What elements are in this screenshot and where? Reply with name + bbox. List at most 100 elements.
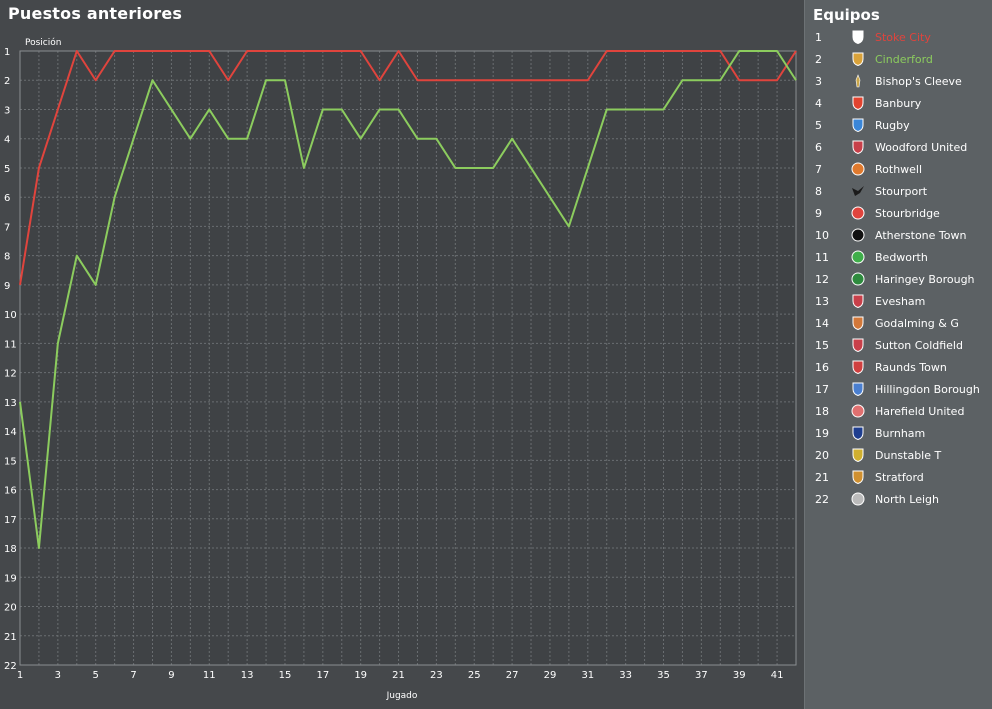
y-tick-label: 20 [4, 603, 17, 614]
y-tick-label: 9 [4, 281, 10, 292]
team-position: 2 [815, 52, 822, 66]
team-position: 11 [815, 250, 829, 264]
x-tick-label: 25 [468, 670, 481, 681]
x-tick-label: 21 [392, 670, 405, 681]
y-tick-label: 15 [4, 456, 17, 467]
team-name: Dunstable T [875, 448, 942, 462]
shield-crest-icon [851, 316, 865, 330]
team-row[interactable]: 4 Banbury [805, 92, 991, 114]
team-row[interactable]: 5 Rugby [805, 114, 991, 136]
team-row[interactable]: 12 Haringey Borough [805, 268, 991, 290]
round-crest-icon [851, 206, 865, 220]
team-row[interactable]: 1 Stoke City [805, 26, 991, 48]
y-tick-label: 16 [4, 486, 17, 497]
shield-crest-icon [851, 294, 865, 308]
y-tick-label: 13 [4, 398, 17, 409]
y-tick-label: 8 [4, 252, 10, 263]
positions-line-chart: 12345678910111213141516171819202122 1357… [4, 37, 797, 701]
round-crest-icon [851, 404, 865, 418]
team-position: 21 [815, 470, 829, 484]
team-name: Rugby [875, 118, 910, 132]
y-tick-label: 11 [4, 339, 17, 350]
team-name: Stourport [875, 184, 928, 198]
team-row[interactable]: 6 Woodford United [805, 136, 991, 158]
x-tick-label: 37 [695, 670, 708, 681]
y-tick-label: 17 [4, 515, 17, 526]
team-name: Harefield United [875, 404, 965, 418]
team-name: Rothwell [875, 162, 923, 176]
team-name: Haringey Borough [875, 272, 975, 286]
team-row[interactable]: 18 Harefield United [805, 400, 991, 422]
team-row[interactable]: 2 Cinderford [805, 48, 991, 70]
team-row[interactable]: 14 Godalming & G [805, 312, 991, 334]
shield-crest-icon [851, 52, 865, 66]
team-row[interactable]: 16 Raunds Town [805, 356, 991, 378]
team-name: Stourbridge [875, 206, 940, 220]
team-name: Atherstone Town [875, 228, 967, 242]
x-tick-label: 9 [168, 670, 174, 681]
team-name: North Leigh [875, 492, 939, 506]
shield-crest-icon [851, 96, 865, 110]
y-tick-label: 4 [4, 135, 10, 146]
plot-area [20, 51, 796, 665]
team-row[interactable]: 17 Hillingdon Borough [805, 378, 991, 400]
team-name: Bishop's Cleeve [875, 74, 962, 88]
round-crest-icon [851, 228, 865, 242]
team-name: Cinderford [875, 52, 933, 66]
round-crest-icon [851, 162, 865, 176]
x-tick-label: 31 [581, 670, 594, 681]
team-row[interactable]: 8 Stourport [805, 180, 991, 202]
y-tick-label: 19 [4, 573, 17, 584]
team-row[interactable]: 10 Atherstone Town [805, 224, 991, 246]
team-name: Sutton Coldfield [875, 338, 963, 352]
team-row[interactable]: 11 Bedworth [805, 246, 991, 268]
team-name: Woodford United [875, 140, 968, 154]
team-name: Godalming & G [875, 316, 959, 330]
team-position: 1 [815, 30, 822, 44]
y-tick-label: 14 [4, 427, 17, 438]
teams-panel: Equipos 1 Stoke City 2 Cinderford 3 Bishop's … [804, 0, 992, 709]
team-row[interactable]: 22 North Leigh [805, 488, 991, 510]
shield-crest-icon [851, 30, 865, 44]
shield-crest-icon [851, 448, 865, 462]
team-row[interactable]: 21 Stratford [805, 466, 991, 488]
team-row[interactable]: 9 Stourbridge [805, 202, 991, 224]
team-row[interactable]: 7 Rothwell [805, 158, 991, 180]
team-position: 16 [815, 360, 829, 374]
team-position: 19 [815, 426, 829, 440]
team-position: 18 [815, 404, 829, 418]
y-tick-label: 2 [4, 76, 10, 87]
team-row[interactable]: 13 Evesham [805, 290, 991, 312]
team-position: 7 [815, 162, 822, 176]
team-position: 15 [815, 338, 829, 352]
team-position: 13 [815, 294, 829, 308]
team-row[interactable]: 15 Sutton Coldfield [805, 334, 991, 356]
x-tick-label: 17 [316, 670, 329, 681]
x-tick-label: 27 [506, 670, 519, 681]
round-crest-icon [851, 492, 865, 506]
x-tick-label: 7 [130, 670, 136, 681]
shield-crest-icon [851, 360, 865, 374]
x-tick-label: 1 [17, 670, 23, 681]
team-row[interactable]: 3 Bishop's Cleeve [805, 70, 991, 92]
x-tick-label: 5 [93, 670, 99, 681]
team-row[interactable]: 20 Dunstable T [805, 444, 991, 466]
x-tick-label: 15 [279, 670, 292, 681]
team-position: 20 [815, 448, 829, 462]
y-tick-label: 22 [4, 661, 17, 672]
team-name: Banbury [875, 96, 922, 110]
team-name: Bedworth [875, 250, 928, 264]
x-tick-label: 29 [544, 670, 557, 681]
teams-panel-title: Equipos [813, 6, 880, 24]
team-position: 14 [815, 316, 829, 330]
round-crest-icon [851, 272, 865, 286]
x-tick-label: 3 [55, 670, 61, 681]
y-tick-label: 6 [4, 193, 10, 204]
team-row[interactable]: 19 Burnham [805, 422, 991, 444]
team-name: Raunds Town [875, 360, 947, 374]
x-tick-label: 41 [771, 670, 784, 681]
x-tick-label: 11 [203, 670, 216, 681]
team-position: 9 [815, 206, 822, 220]
team-name: Burnham [875, 426, 926, 440]
y-tick-label: 18 [4, 544, 17, 555]
